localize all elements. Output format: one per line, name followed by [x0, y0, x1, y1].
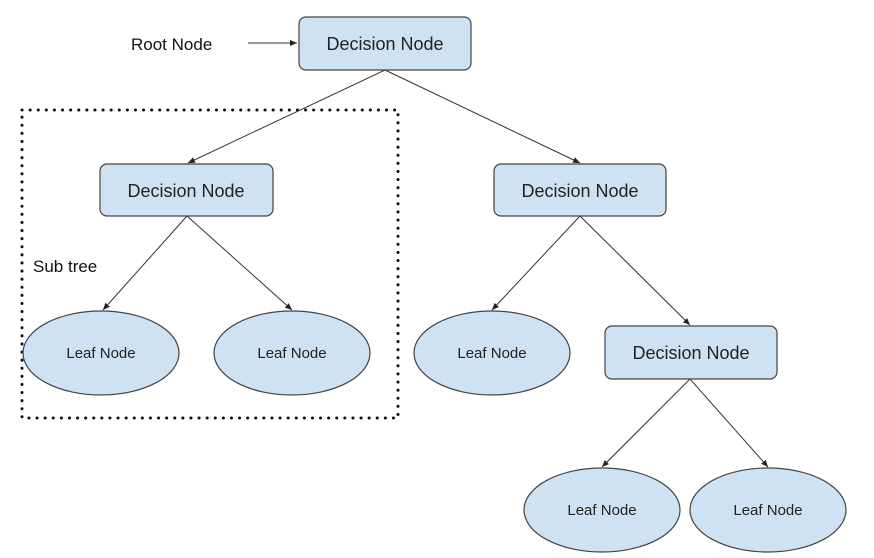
leaf-node: Leaf Node — [213, 310, 371, 396]
edges — [102, 40, 769, 468]
edge — [187, 69, 386, 164]
root-decision-node: Decision Node — [298, 16, 472, 71]
node-label: Decision Node — [632, 343, 749, 363]
node-label: Leaf Node — [257, 345, 326, 362]
node-label: Leaf Node — [66, 345, 135, 362]
left-decision-node: Decision Node — [99, 163, 274, 217]
leaf-node: Leaf Node — [523, 467, 681, 553]
node-label: Decision Node — [521, 181, 638, 201]
right-decision-node: Decision Node — [493, 163, 667, 217]
edge — [384, 69, 581, 164]
leaf-node: Leaf Node — [689, 467, 847, 553]
edge — [689, 378, 769, 468]
decision-tree-diagram: Root Node Sub tree Decision Node Decisio… — [20, 16, 847, 553]
node-label: Leaf Node — [733, 502, 802, 519]
edge — [186, 215, 293, 311]
root-node-label: Root Node — [131, 35, 212, 54]
node-label: Leaf Node — [457, 345, 526, 362]
edge — [601, 378, 691, 468]
node-label: Decision Node — [127, 181, 244, 201]
node-label: Decision Node — [326, 34, 443, 54]
lower-decision-node: Decision Node — [604, 325, 778, 380]
edge — [579, 215, 691, 326]
node-label: Leaf Node — [567, 502, 636, 519]
edge — [491, 215, 581, 311]
leaf-node: Leaf Node — [413, 310, 571, 396]
subtree-label: Sub tree — [33, 257, 97, 276]
edge — [102, 215, 188, 311]
leaf-node: Leaf Node — [22, 310, 180, 396]
